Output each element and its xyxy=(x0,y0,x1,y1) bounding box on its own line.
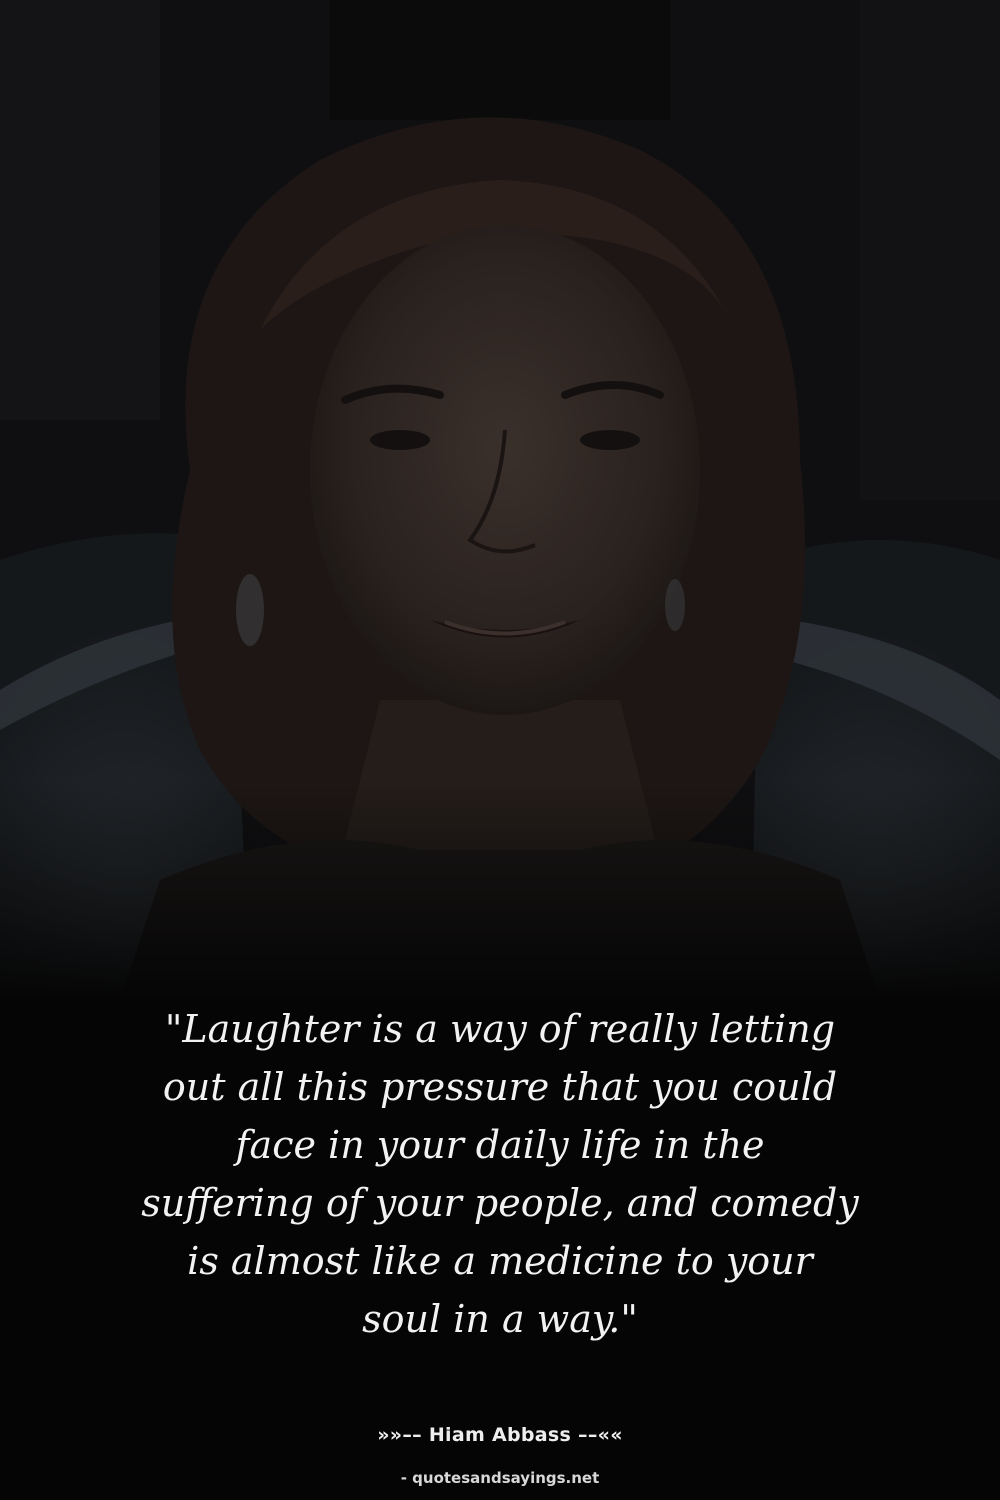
quote-author: »»–– Hiam Abbass ––«« xyxy=(377,1424,623,1446)
portrait-photo xyxy=(0,0,1000,1000)
quote-line: soul in a way." xyxy=(362,1297,638,1341)
source-credit: - quotesandsayings.net xyxy=(400,1469,600,1487)
quote-line: suffering of your people, and comedy xyxy=(141,1181,859,1225)
quote-line: face in your daily life in the xyxy=(235,1123,765,1167)
quote-text: "Laughter is a way of really letting out… xyxy=(100,1000,900,1348)
quote-line: is almost like a medicine to your xyxy=(187,1239,813,1283)
quote-line: "Laughter is a way of really letting xyxy=(164,1007,836,1051)
quote-line: out all this pressure that you could xyxy=(162,1065,838,1109)
quote-poster: "Laughter is a way of really letting out… xyxy=(0,0,1000,1500)
